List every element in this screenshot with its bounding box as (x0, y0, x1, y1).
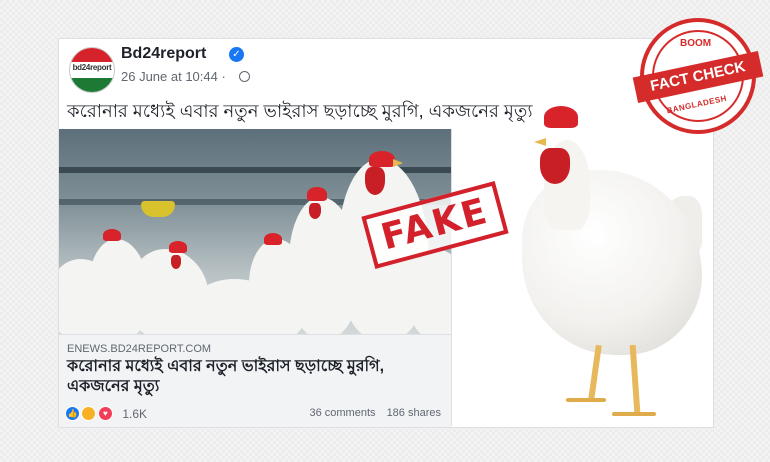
link-card-footer[interactable]: ENEWS.BD24REPORT.COM করোনার মধ্যেই এবার … (59, 334, 451, 427)
rooster-beak (534, 138, 546, 146)
verified-badge-icon: ✓ (229, 47, 244, 62)
post-timestamp[interactable]: 26 June at 10:44 · (121, 69, 226, 84)
meta-separator: · (221, 69, 226, 84)
link-domain: ENEWS.BD24REPORT.COM (67, 343, 212, 355)
reaction-count: 1.6K (122, 406, 148, 421)
shares-count[interactable]: 186 shares (387, 407, 441, 419)
link-title[interactable]: করোনার মধ্যেই এবার নতুন ভাইরাস ছড়াচ্ছে … (67, 357, 437, 397)
page-name-link[interactable]: Bd24report (121, 45, 206, 63)
fact-check-brand: BOOM (680, 38, 712, 49)
rooster-comb (544, 106, 578, 128)
rooster-foot-right (612, 412, 656, 416)
link-preview-card[interactable]: ENEWS.BD24REPORT.COM করোনার মধ্যেই এবার … (59, 129, 452, 427)
rooster-wattle (540, 148, 570, 184)
engagement-counts: 36 comments 186 shares (301, 407, 441, 419)
boom-fact-check-logo: BOOM FACT CHECK BANGLADESH (632, 18, 764, 134)
sad-reaction-icon (81, 406, 97, 422)
rooster-foot-left (566, 398, 606, 402)
avatar-logo-text: bd24report (72, 63, 112, 72)
comments-count[interactable]: 36 comments (309, 407, 375, 419)
page-avatar[interactable]: bd24report (69, 47, 115, 93)
like-reaction-icon: 👍 (65, 406, 80, 422)
love-reaction-icon: ♥ (97, 406, 113, 422)
post-date[interactable]: 26 June at 10:44 (121, 69, 218, 84)
post-text: করোনার মধ্যেই এবার নতুন ভাইরাস ছড়াচ্ছে … (67, 101, 533, 121)
reactions-summary[interactable]: 👍 ♥ 1.6K (65, 405, 147, 423)
globe-icon (239, 71, 250, 82)
